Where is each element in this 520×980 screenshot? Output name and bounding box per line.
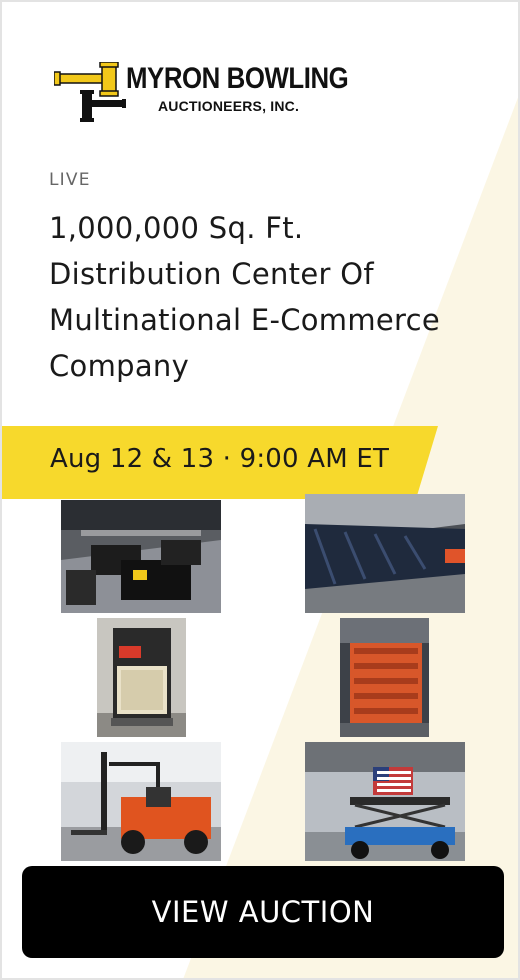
gavel-icon — [54, 62, 126, 122]
thumbnail-forklift[interactable] — [61, 742, 221, 861]
auction-date: Aug 12 & 13 · 9:00 AM ET — [50, 444, 390, 474]
auction-status: LIVE — [49, 170, 91, 190]
thumbnail-air-compressor[interactable] — [97, 618, 186, 737]
auction-card: MYRON BOWLING AUCTIONEERS, INC. LIVE 1,0… — [0, 0, 520, 980]
thumbnail-pallet-racking[interactable] — [305, 494, 465, 613]
auction-title: 1,000,000 Sq. Ft. Distribution Center Of… — [49, 211, 441, 383]
brand-subtitle: AUCTIONEERS, INC. — [158, 98, 300, 114]
thumbnail-scissor-lift[interactable] — [305, 742, 465, 861]
brand-name: MYRON BOWLING — [126, 62, 349, 95]
brand-logo: MYRON BOWLING AUCTIONEERS, INC. — [54, 62, 354, 124]
thumbnail-orange-racks[interactable] — [340, 618, 429, 737]
thumbnail-warehouse-workstations[interactable] — [61, 500, 221, 613]
view-auction-button[interactable]: VIEW AUCTION — [22, 866, 504, 958]
